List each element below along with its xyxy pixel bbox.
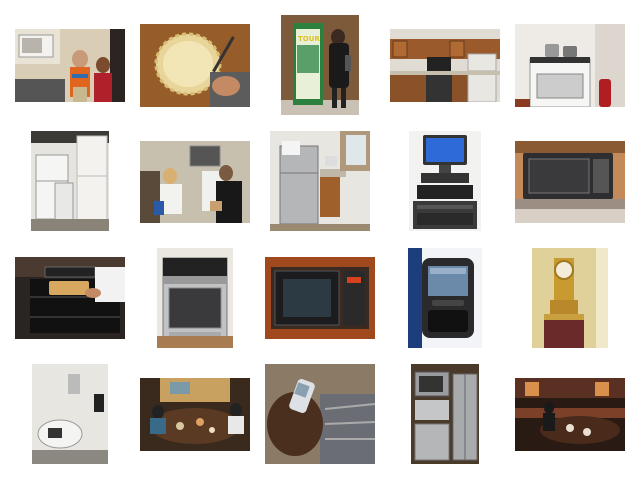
photo-smartphone <box>408 248 482 348</box>
photo-white-fridge-corner <box>31 131 109 231</box>
photo-people-kitchen <box>140 141 250 223</box>
photo-computer-monitor <box>409 131 481 231</box>
photo-black-microwave <box>515 141 625 223</box>
photo-steel-kitchen <box>411 364 479 464</box>
photo-phone-in-hand <box>265 364 375 464</box>
photo-tour-kiosk: TOUR <box>281 15 359 115</box>
photo-wooden-kitchen <box>390 29 500 102</box>
photo-wall-microwave <box>265 257 375 339</box>
photo-kitchen-children-microwave <box>15 29 125 102</box>
photo-steel-range <box>157 248 233 348</box>
kiosk-sign-text: TOUR <box>298 35 320 43</box>
photo-toilet-bathroom <box>32 364 108 464</box>
photo-group-meal <box>140 378 250 451</box>
photo-white-gas-stove <box>515 24 625 107</box>
photo-dining-room <box>515 378 625 451</box>
photo-steel-fridge-kitchen <box>270 131 370 231</box>
photo-oven-tray <box>15 257 125 339</box>
photo-pie-crust <box>140 24 250 107</box>
photo-gold-clock <box>532 248 608 348</box>
